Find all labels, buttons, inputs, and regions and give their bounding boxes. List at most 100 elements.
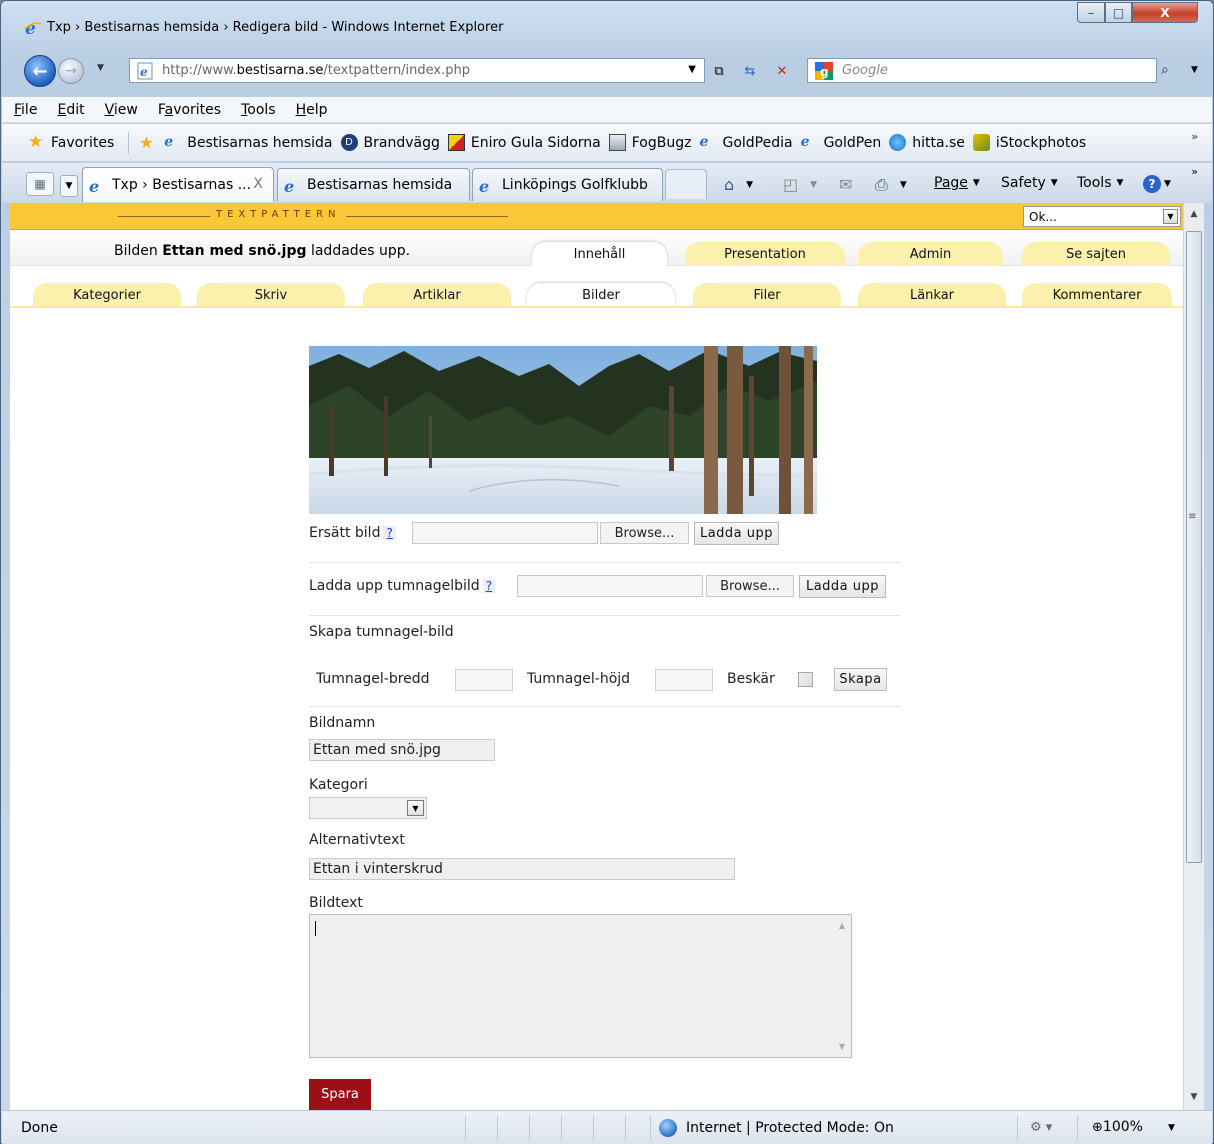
tab-list-dropdown-icon[interactable]: ▼ (60, 175, 78, 197)
maximize-button[interactable]: □ (1105, 2, 1132, 23)
scroll-up-arrow-icon[interactable]: ▲ (1184, 205, 1204, 223)
tab-skriv[interactable]: Skriv (197, 283, 345, 307)
tools-menu[interactable]: Tools ▼ (1077, 175, 1123, 191)
status-divider (593, 1115, 594, 1141)
favorite-link[interactable]: D Brandvägg (340, 134, 440, 151)
tab-se-sajten[interactable]: Se sajten (1022, 242, 1170, 266)
create-thumbnail-button[interactable]: Skapa (834, 668, 887, 691)
new-tab-button[interactable] (665, 169, 707, 199)
scroll-down-arrow-icon[interactable]: ▼ (839, 1042, 845, 1051)
stop-icon[interactable]: ✕ (771, 60, 793, 82)
thumbnail-height-input[interactable] (655, 669, 713, 691)
category-select[interactable]: ▼ (309, 797, 427, 819)
command-bar-overflow-icon[interactable]: » (1191, 165, 1198, 178)
security-zone[interactable]: Internet | Protected Mode: On (686, 1120, 894, 1136)
close-tab-icon[interactable]: X (253, 176, 263, 192)
scroll-down-arrow-icon[interactable]: ▼ (1184, 1088, 1204, 1106)
favorites-button[interactable]: ★ Favorites (28, 134, 114, 151)
help-link[interactable]: ? (482, 579, 496, 593)
menu-help[interactable]: Help (296, 102, 328, 118)
safety-menu[interactable]: Safety ▼ (1001, 175, 1058, 191)
tab-artiklar[interactable]: Artiklar (363, 283, 511, 307)
help-menu[interactable]: ? ▼ (1143, 175, 1171, 193)
minimize-button[interactable]: – (1077, 2, 1105, 23)
quick-tabs-icon[interactable]: ▦ (26, 172, 54, 196)
menu-edit[interactable]: Edit (57, 102, 84, 118)
status-divider (465, 1115, 466, 1141)
tab-admin[interactable]: Admin (858, 242, 1003, 266)
save-button[interactable]: Spara (309, 1079, 371, 1110)
print-button[interactable]: ⎙ ▼ (875, 175, 907, 195)
sub-navigation: Kategorier Skriv Artiklar Bilder Filer L… (10, 266, 1183, 308)
tab-bilder[interactable]: Bilder (527, 283, 675, 307)
search-icon[interactable]: ⌕ (1161, 62, 1169, 78)
close-button[interactable]: X (1132, 2, 1198, 23)
menu-tools[interactable]: Tools (241, 102, 276, 118)
forward-button[interactable]: → (58, 58, 84, 84)
caption-textarea[interactable]: ▲ ▼ (309, 914, 852, 1058)
favorite-link[interactable]: Eniro Gula Sidorna (447, 134, 601, 151)
thumbnail-browse-button[interactable]: Browse... (706, 575, 794, 597)
home-dropdown-icon[interactable]: ▼ (746, 180, 753, 190)
feeds-dropdown-icon[interactable]: ▼ (810, 180, 817, 190)
tab-presentation[interactable]: Presentation (685, 242, 845, 266)
back-button[interactable]: ← (24, 55, 56, 87)
refresh-icon[interactable]: ⇆ (739, 60, 761, 82)
search-box[interactable]: g Google (807, 58, 1157, 83)
tab-filer[interactable]: Filer (693, 283, 841, 307)
menu-favorites[interactable]: Favorites (158, 102, 221, 118)
zoom-level[interactable]: ⊕100% (1092, 1119, 1143, 1135)
tab-kategorier[interactable]: Kategorier (33, 283, 181, 307)
address-url[interactable]: http://www.bestisarna.se/textpattern/ind… (162, 63, 470, 78)
favorite-link[interactable]: e GoldPen (801, 134, 882, 151)
jump-select[interactable]: Ok... ▼ (1023, 206, 1181, 227)
message-bar: Bilden Ettan med snö.jpg laddades upp. I… (10, 230, 1183, 266)
page-scrollbar[interactable]: ▲ ≡ ▼ (1183, 203, 1204, 1110)
tab-kommentarer[interactable]: Kommentarer (1022, 283, 1172, 307)
read-mail-button[interactable]: ✉ (839, 175, 852, 194)
alt-text-input[interactable]: Ettan i vinterskrud (309, 858, 735, 880)
internet-zone-icon (659, 1119, 677, 1137)
print-dropdown-icon[interactable]: ▼ (900, 180, 907, 190)
replace-upload-button[interactable]: Ladda upp (694, 522, 779, 545)
menu-file[interactable]: File (14, 102, 37, 118)
mail-icon: ✉ (839, 175, 853, 194)
favorite-link[interactable]: e Bestisarnas hemsida (164, 134, 332, 151)
add-to-favorites-bar-button[interactable]: ★ (139, 134, 162, 151)
favorite-link[interactable]: iStockphotos (972, 134, 1086, 151)
replace-file-input[interactable] (412, 522, 598, 544)
address-bar[interactable]: e http://www.bestisarna.se/textpattern/i… (129, 58, 705, 83)
status-divider (650, 1115, 651, 1141)
scroll-up-arrow-icon[interactable]: ▲ (839, 921, 845, 930)
feeds-button[interactable]: ◰ ▼ (783, 175, 817, 194)
help-link[interactable]: ? (383, 526, 396, 540)
thumbnail-width-input[interactable] (455, 669, 513, 691)
favorite-link[interactable]: FogBugz (608, 134, 691, 151)
alt-text-label: Alternativtext (309, 832, 405, 848)
favorite-link[interactable]: hitta.se (889, 134, 965, 151)
compatibility-view-icon[interactable]: ⧉ (708, 60, 730, 82)
tab-lankar[interactable]: Länkar (858, 283, 1006, 307)
address-dropdown-icon[interactable]: ▼ (688, 64, 696, 75)
scrollbar-thumb[interactable] (1186, 231, 1202, 863)
thumbnail-upload-button[interactable]: Ladda upp (799, 575, 886, 598)
tab-innehall[interactable]: Innehåll (532, 242, 667, 266)
crop-checkbox[interactable] (798, 672, 813, 687)
scrollbar-grip-icon: ≡ (1188, 511, 1197, 522)
home-button[interactable]: ⌂ ▼ (724, 175, 753, 194)
recent-pages-dropdown-icon[interactable]: ▼ (97, 63, 104, 73)
thumbnail-file-input[interactable] (517, 575, 703, 597)
favorites-overflow-icon[interactable]: » (1191, 130, 1198, 143)
image-name-input[interactable]: Ettan med snö.jpg (309, 739, 495, 761)
zoom-dropdown-icon[interactable]: ▼ (1168, 1123, 1175, 1133)
protected-mode-icon[interactable]: ⚙ ▾ (1030, 1120, 1052, 1135)
tab-linkopings-golfklubb[interactable]: e Linköpings Golfklubb (472, 168, 663, 201)
menu-view[interactable]: View (105, 102, 138, 118)
page-menu[interactable]: Page ▼ (934, 175, 980, 191)
tab-bestisarnas[interactable]: e Bestisarnas hemsida (277, 168, 470, 201)
ie-page-icon: e (800, 134, 810, 150)
search-options-dropdown-icon[interactable]: ▼ (1191, 65, 1198, 75)
replace-browse-button[interactable]: Browse... (600, 522, 689, 544)
favorite-link[interactable]: e GoldPedia (699, 134, 792, 151)
tab-txp[interactable]: e Txp › Bestisarnas ... X (82, 167, 274, 202)
